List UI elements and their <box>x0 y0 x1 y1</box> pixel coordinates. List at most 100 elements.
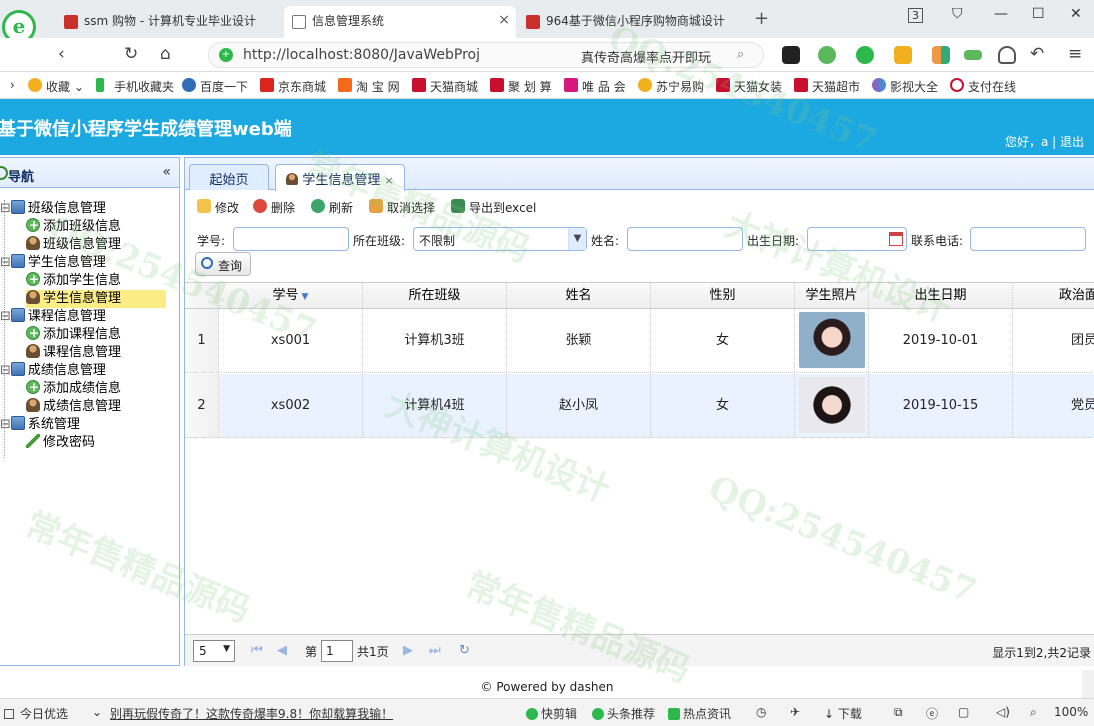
quick-edit-link[interactable]: 快剪辑 <box>526 705 577 722</box>
refresh-button[interactable]: 刷新 <box>311 199 353 216</box>
window-icon[interactable]: ▢ <box>958 705 969 719</box>
sidebar-item-add-course[interactable]: 添加课程信息 <box>26 324 121 344</box>
zoom-level[interactable]: 100% <box>1054 705 1088 719</box>
phone-input[interactable] <box>970 227 1086 251</box>
header-xh[interactable]: 学号 ▼ <box>219 283 363 308</box>
translate-icon[interactable] <box>856 46 874 64</box>
chevron-down-icon[interactable]: ▼ <box>568 228 586 250</box>
bookmarks-chevron-icon[interactable]: › <box>2 78 15 92</box>
bookmark-jd[interactable]: 京东商城 <box>260 78 326 95</box>
sidebar-item-student-manage[interactable]: 学生信息管理 <box>26 290 166 308</box>
prev-page-icon[interactable]: ◀ <box>277 643 287 658</box>
table-row[interactable]: 2 xs002 计算机4班 赵小凤 女 2019-10-15 党员 <box>185 374 1094 438</box>
next-page-icon[interactable]: ▶ <box>403 643 413 658</box>
bookmark-tmall[interactable]: 天猫商城 <box>412 78 478 95</box>
header-birth[interactable]: 出生日期 <box>869 283 1013 308</box>
browser-tab-3[interactable]: 964基于微信小程序购物商城设计 <box>518 6 748 38</box>
query-button[interactable]: 查询 <box>195 252 251 276</box>
tree-group-class[interactable]: ⊟ 班级信息管理 <box>0 200 106 218</box>
edit-button[interactable]: 修改 <box>197 199 239 216</box>
pin-icon[interactable]: ✈ <box>790 705 800 719</box>
tab-count-badge[interactable]: 3 <box>908 8 923 23</box>
collapse-icon[interactable]: « <box>162 164 171 180</box>
battery-icon[interactable] <box>964 50 982 60</box>
shirt-icon[interactable]: ⛉ <box>952 6 963 22</box>
table-row[interactable]: 1 xs001 计算机3班 张颖 女 2019-10-01 团员 <box>185 309 1094 373</box>
calendar-icon[interactable] <box>889 232 903 246</box>
tab-student-manage[interactable]: 学生信息管理 × <box>275 164 405 191</box>
tab-close-icon[interactable]: × <box>384 174 393 187</box>
shield-icon[interactable] <box>894 46 912 64</box>
bookmark-vip[interactable]: 唯 品 会 <box>564 78 626 95</box>
headphones-icon[interactable] <box>998 46 1016 64</box>
headlines-link[interactable]: 头条推荐 <box>592 705 655 722</box>
download-link[interactable]: ↓ 下载 <box>824 705 862 722</box>
bookmark-video[interactable]: 影视大全 <box>872 78 938 95</box>
bookmark-favorites[interactable]: 收藏 ⌄ <box>28 78 84 95</box>
header-photo[interactable]: 学生照片 <box>795 283 869 308</box>
menu-icon[interactable]: ≡ <box>1068 44 1082 64</box>
bookmark-juhuasuan[interactable]: 聚 划 算 <box>490 78 552 95</box>
birth-input[interactable] <box>807 227 907 251</box>
delete-button[interactable]: 删除 <box>253 199 295 216</box>
back-icon[interactable]: ‹ <box>58 44 65 64</box>
class-select[interactable]: 不限制 ▼ <box>413 227 587 251</box>
tab-close-icon[interactable]: × <box>498 12 510 28</box>
search-hint[interactable]: 真传奇高爆率点开即玩 <box>581 47 711 66</box>
game-icon[interactable] <box>782 46 800 64</box>
header-name[interactable]: 姓名 <box>507 283 651 308</box>
sidebar-item-add-class[interactable]: 添加班级信息 <box>26 216 121 236</box>
sidebar-item-course-manage[interactable]: 课程信息管理 <box>26 344 121 362</box>
sidebar-item-add-student[interactable]: 添加学生信息 <box>26 270 121 290</box>
bookmark-suning[interactable]: 苏宁易购 <box>638 78 704 95</box>
reload-icon[interactable]: ↻ <box>124 44 138 64</box>
news-ticker-link[interactable]: 别再玩假传奇了！这款传奇爆率9.8！你却载算我输！ <box>110 705 393 722</box>
sidebar-item-add-score[interactable]: 添加成绩信息 <box>26 378 121 398</box>
today-picks-link[interactable]: 今日优选 <box>4 705 68 722</box>
url-box[interactable]: + http://localhost:8080/JavaWebProj 真传奇高… <box>208 42 764 68</box>
scissors-icon[interactable] <box>818 46 836 64</box>
volume-icon[interactable]: ◁) <box>996 705 1010 719</box>
page-size-select[interactable]: 5 ▼ <box>193 640 235 662</box>
page-number-input[interactable]: 1 <box>321 640 353 662</box>
refresh-icon[interactable]: ↻ <box>459 643 470 658</box>
browser-tab-1[interactable]: ssm 购物 - 计算机专业毕业设计 <box>56 6 282 38</box>
search-icon[interactable]: ⌕ <box>737 47 744 62</box>
new-tab-button[interactable]: + <box>754 8 769 29</box>
tree-group-system[interactable]: ⊟ 系统管理 <box>0 416 80 434</box>
home-icon[interactable]: ⌂ <box>160 44 171 64</box>
close-window-icon[interactable]: ✕ <box>1070 6 1082 22</box>
user-logout-link[interactable]: 您好，a | 退出 <box>1005 133 1084 150</box>
bookmark-mobile[interactable]: 手机收藏夹 <box>96 78 174 95</box>
last-page-icon[interactable]: ⏭ <box>429 643 441 658</box>
header-politics[interactable]: 政治面 <box>1013 283 1094 308</box>
url-text[interactable]: http://localhost:8080/JavaWebProj <box>243 47 480 63</box>
header-class[interactable]: 所在班级 <box>363 283 507 308</box>
undo-icon[interactable]: ↶ <box>1030 44 1044 64</box>
chevron-down-icon[interactable]: ⌄ <box>92 705 102 719</box>
ie-icon[interactable]: ⓔ <box>926 705 938 722</box>
sidebar-item-score-manage[interactable]: 成绩信息管理 <box>26 398 121 416</box>
tab-start-page[interactable]: 起始页 <box>189 164 269 190</box>
cancel-select-button[interactable]: 取消选择 <box>369 199 435 216</box>
apps-icon[interactable] <box>932 46 950 64</box>
bookmark-tmall-market[interactable]: 天猫超市 <box>794 78 860 95</box>
tree-group-course[interactable]: ⊟ 课程信息管理 <box>0 308 106 326</box>
xh-input[interactable] <box>233 227 349 251</box>
minimize-icon[interactable]: — <box>994 6 1008 22</box>
maximize-icon[interactable]: ☐ <box>1032 6 1045 22</box>
page-scrollbar[interactable] <box>1082 670 1094 698</box>
name-input[interactable] <box>627 227 743 251</box>
clock-icon[interactable]: ◷ <box>756 705 766 719</box>
sidebar-item-class-manage[interactable]: 班级信息管理 <box>26 236 121 254</box>
hot-news-link[interactable]: 热点资讯 <box>668 705 731 722</box>
bookmark-taobao[interactable]: 淘 宝 网 <box>338 78 400 95</box>
sidebar-item-change-password[interactable]: 修改密码 <box>26 434 95 452</box>
browser-tab-2[interactable]: 信息管理系统 × <box>284 6 516 38</box>
header-gender[interactable]: 性别 <box>651 283 795 308</box>
bookmark-pay[interactable]: 支付在线 <box>950 78 1016 95</box>
export-excel-button[interactable]: 导出到excel <box>451 199 536 216</box>
bookmark-baidu[interactable]: 百度一下 <box>182 78 248 95</box>
tree-group-score[interactable]: ⊟ 成绩信息管理 <box>0 362 106 380</box>
copy-icon[interactable]: ⧉ <box>894 705 903 720</box>
